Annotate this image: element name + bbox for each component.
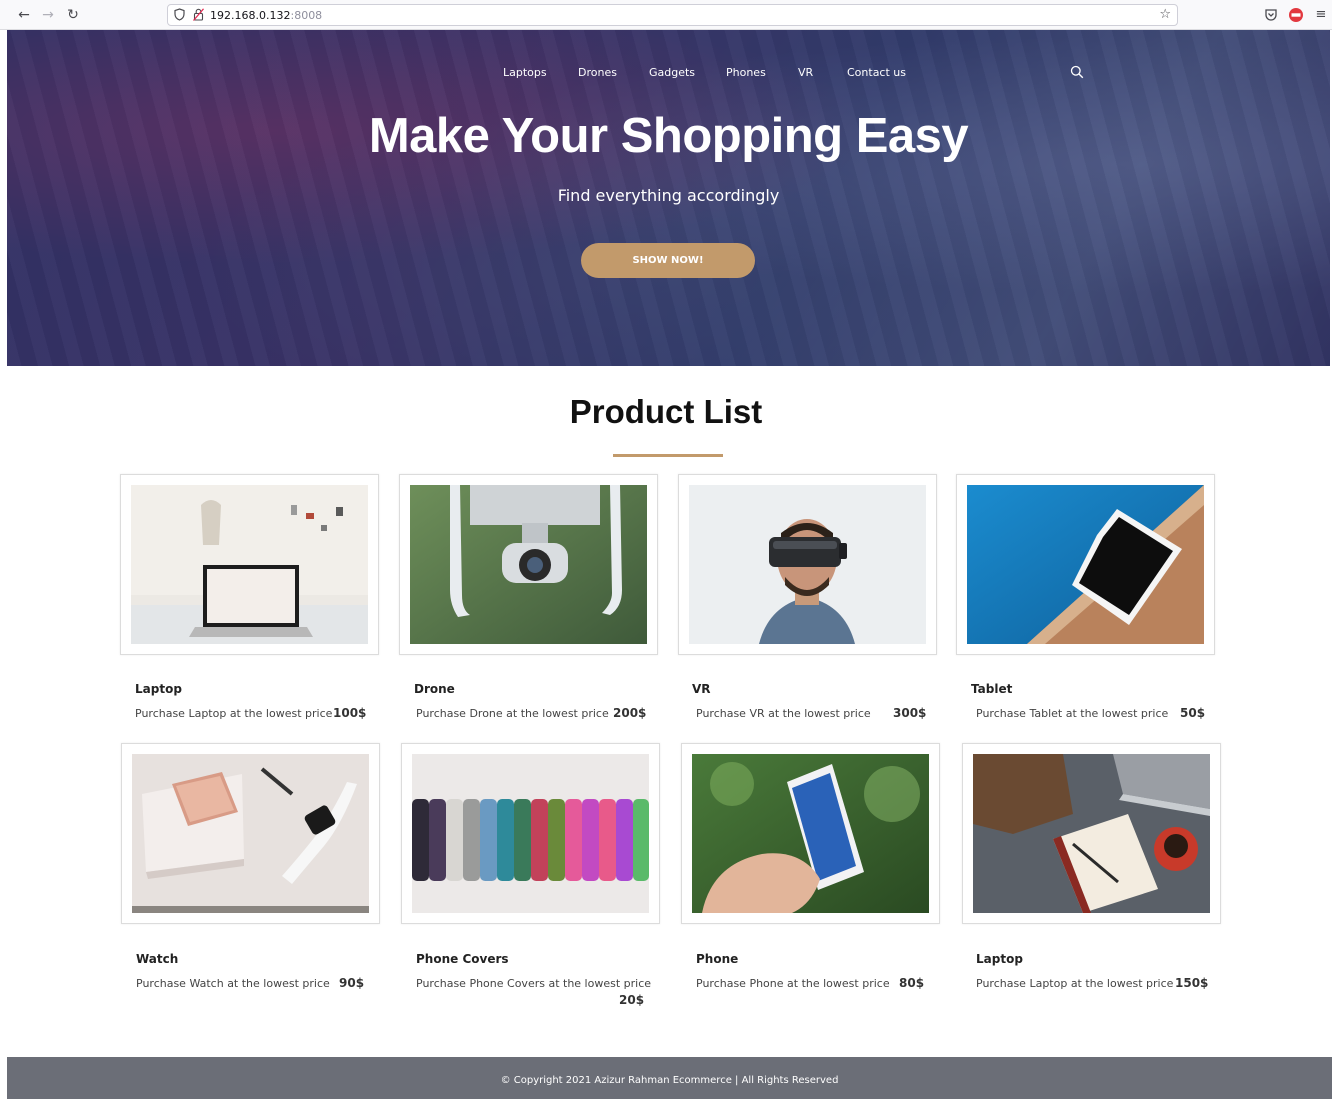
product-card-laptop[interactable] [120,474,379,655]
footer: © Copyright 2021 Azizur Rahman Ecommerce… [7,1057,1332,1099]
product-description: Purchase Phone Covers at the lowest pric… [416,977,652,990]
phone-image[interactable] [692,754,929,913]
watch-image[interactable] [132,754,369,913]
product-card-drone[interactable] [399,474,658,655]
back-arrow-icon[interactable]: ← [14,5,34,25]
address-bar[interactable]: 192.168.0.132:8008 ☆ [167,4,1178,26]
hero-banner: Laptops Drones Gadgets Phones VR Contact… [7,30,1330,366]
reload-icon[interactable]: ↻ [63,5,83,25]
product-price: 80$ [899,976,925,990]
search-icon[interactable] [1070,65,1084,79]
adblock-icon[interactable] [1288,7,1304,23]
hero-title: Make Your Shopping Easy [368,109,969,163]
product-name: Laptop [135,682,182,696]
product-name: Laptop [976,952,1023,966]
product-card-phone-covers[interactable] [401,743,660,924]
url-text: 192.168.0.132:8008 [210,8,322,23]
product-price: 150$ [1175,976,1209,990]
laptop-desk-image[interactable] [973,754,1210,913]
product-price: 300$ [893,706,927,720]
product-description: Purchase Laptop at the lowest price [135,707,333,720]
show-now-button[interactable]: SHOW NOW! [581,243,755,278]
vr-headset-image[interactable] [689,485,926,644]
product-description: Purchase Laptop at the lowest price [976,977,1174,990]
product-description: Purchase Drone at the lowest price [416,707,609,720]
product-name: Tablet [971,682,1013,696]
forward-arrow-icon[interactable]: → [38,5,58,25]
nav-item-contact-us[interactable]: Contact us [847,66,906,79]
nav-item-laptops[interactable]: Laptops [503,66,547,79]
menu-hamburger-icon[interactable]: ≡ [1311,5,1331,25]
product-description: Purchase VR at the lowest price [696,707,871,720]
url-port: :8008 [290,9,323,22]
product-price: 20$ [619,993,645,1007]
product-price: 90$ [339,976,365,990]
product-price: 50$ [1180,706,1206,720]
nav-item-drones[interactable]: Drones [578,66,617,79]
product-price: 200$ [613,706,647,720]
product-name: Watch [136,952,179,966]
tablet-image[interactable] [967,485,1204,644]
nav-item-vr[interactable]: VR [798,66,813,79]
product-description: Purchase Watch at the lowest price [136,977,330,990]
nav-item-phones[interactable]: Phones [726,66,766,79]
drone-image[interactable] [410,485,647,644]
copyright-text: © Copyright 2021 Azizur Rahman Ecommerce… [500,1075,839,1086]
product-name: Phone [696,952,739,966]
product-card-phone[interactable] [681,743,940,924]
product-card-vr[interactable] [678,474,937,655]
bookmark-star-icon[interactable]: ☆ [1159,7,1171,23]
title-underline [613,454,723,457]
pocket-icon[interactable] [1263,7,1279,23]
browser-toolbar: ← → ↻ 192.168.0.132:8008 ☆ ≡ [0,0,1332,30]
product-description: Purchase Tablet at the lowest price [976,707,1169,720]
product-card-laptop-2[interactable] [962,743,1221,924]
phone-covers-image[interactable] [412,754,649,913]
product-card-watch[interactable] [121,743,380,924]
product-price: 100$ [333,706,367,720]
hero-subtitle: Find everything accordingly [557,186,780,205]
product-card-tablet[interactable] [956,474,1215,655]
product-name: Phone Covers [416,952,509,966]
product-name: Drone [414,682,455,696]
product-name: VR [692,682,711,696]
laptop-image[interactable] [131,485,368,644]
product-description: Purchase Phone at the lowest price [696,977,890,990]
main-nav: Laptops Drones Gadgets Phones VR Contact… [7,66,1330,80]
nav-item-gadgets[interactable]: Gadgets [649,66,695,79]
insecure-lock-icon[interactable] [193,8,204,21]
tracking-shield-icon[interactable] [174,8,185,21]
product-list-title: Product List [569,393,763,430]
url-host: 192.168.0.132 [210,9,291,22]
